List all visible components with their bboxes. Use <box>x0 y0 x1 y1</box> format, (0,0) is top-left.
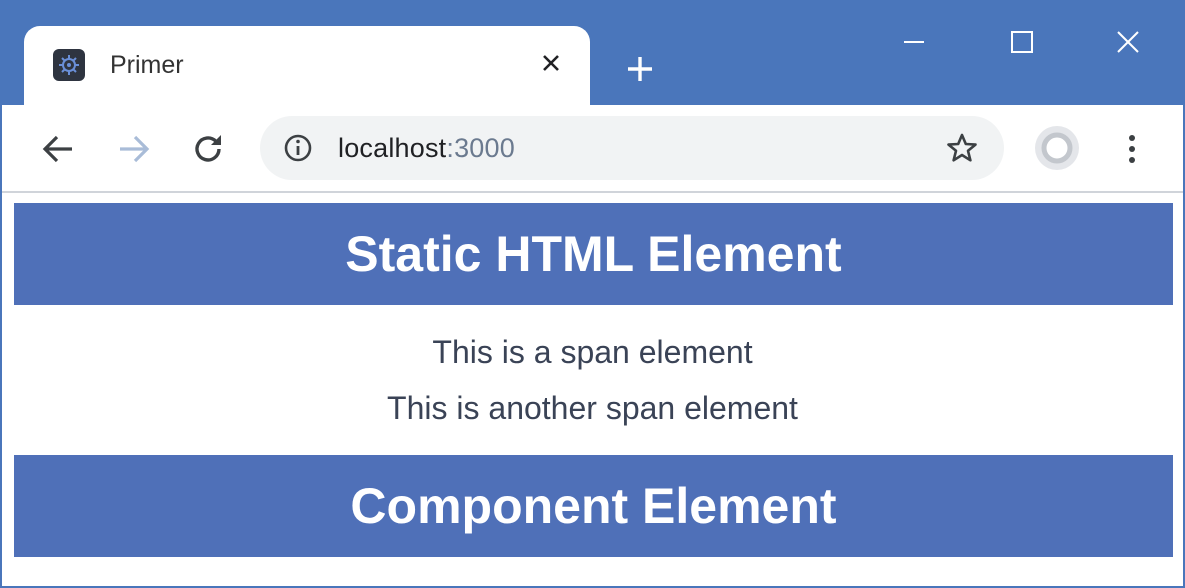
minimize-icon[interactable] <box>884 22 944 62</box>
profile-avatar-icon[interactable] <box>1032 123 1082 173</box>
reload-icon[interactable] <box>186 127 230 171</box>
star-icon[interactable] <box>944 130 980 166</box>
tab-title: Primer <box>110 51 184 79</box>
maximize-icon[interactable] <box>992 22 1052 62</box>
span-element-2: This is another span element <box>387 390 798 426</box>
plus-icon <box>628 57 652 81</box>
url-text[interactable]: localhost:3000 <box>338 133 515 164</box>
info-icon[interactable] <box>282 132 314 164</box>
tab-primer[interactable]: Primer <box>24 26 590 106</box>
browser-toolbar: localhost:3000 <box>2 105 1183 193</box>
title-bar: Primer <box>2 2 1183 106</box>
close-icon[interactable] <box>1098 22 1158 62</box>
angular-gear-icon <box>53 49 85 81</box>
page-content: Static HTML Element This is a span eleme… <box>2 193 1183 586</box>
forward-arrow-icon[interactable] <box>112 127 156 171</box>
url-port: :3000 <box>446 133 515 163</box>
tab-close-icon[interactable] <box>536 48 566 78</box>
url-host: localhost <box>338 133 447 163</box>
kebab-menu-icon[interactable] <box>1110 127 1154 171</box>
component-heading: Component Element <box>14 455 1173 557</box>
static-html-heading: Static HTML Element <box>14 203 1173 305</box>
new-tab-button[interactable] <box>620 49 660 89</box>
address-bar[interactable]: localhost:3000 <box>260 116 1004 180</box>
back-arrow-icon[interactable] <box>36 127 80 171</box>
span-element-1: This is a span element <box>432 334 753 370</box>
browser-window: Primer localhost:3000 Static HTML Elemen… <box>0 0 1185 588</box>
